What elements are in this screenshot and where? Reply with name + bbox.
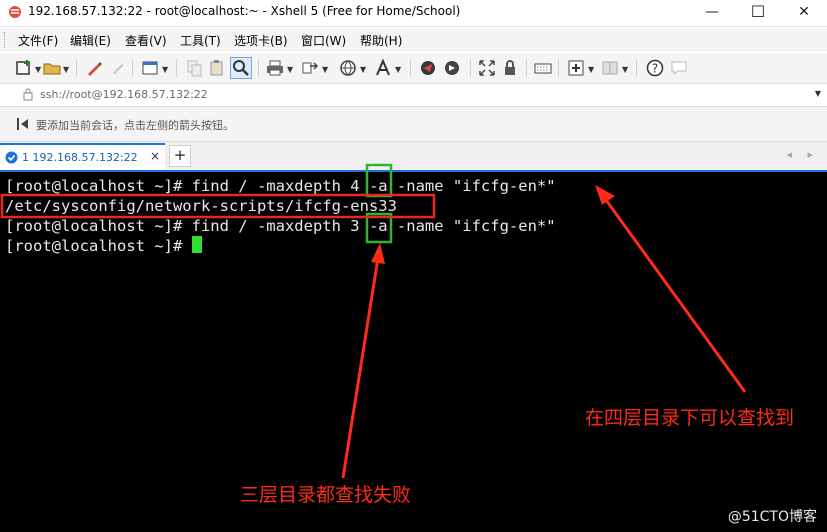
window-title: 192.168.57.132:22 - root@localhost:~ - X… bbox=[28, 4, 461, 18]
add-dropdown-icon[interactable]: ▼ bbox=[588, 65, 594, 74]
svg-text:?: ? bbox=[652, 62, 658, 76]
layout-dropdown-icon[interactable]: ▼ bbox=[622, 65, 628, 74]
menu-help[interactable]: 帮助(H) bbox=[360, 32, 402, 49]
paste-icon[interactable] bbox=[207, 58, 227, 78]
toolbar-separator bbox=[176, 59, 177, 77]
new-tab-button[interactable]: + bbox=[169, 145, 191, 167]
lock-icon[interactable] bbox=[500, 58, 520, 78]
toolbar-separator bbox=[558, 59, 559, 77]
menu-edit[interactable]: 编辑(E) bbox=[70, 32, 111, 49]
toolbar-separator bbox=[258, 59, 259, 77]
terminal-prompt-line: [root@localhost ~]# bbox=[5, 236, 202, 256]
annotation-found: 在四层目录下可以查找到 bbox=[585, 407, 795, 429]
chat-icon[interactable] bbox=[669, 58, 689, 78]
new-session-dropdown-icon[interactable]: ▼ bbox=[35, 65, 41, 74]
add-icon[interactable] bbox=[566, 58, 586, 78]
tab-label: 1 192.168.57.132:22 bbox=[22, 151, 138, 164]
menu-tabs[interactable]: 选项卡(B) bbox=[234, 32, 288, 49]
find-icon[interactable] bbox=[230, 57, 252, 79]
open-dropdown-icon[interactable]: ▼ bbox=[63, 65, 69, 74]
toolbar-separator bbox=[636, 59, 637, 77]
open-folder-icon[interactable] bbox=[42, 58, 62, 78]
properties-icon[interactable] bbox=[140, 58, 160, 78]
transfer-icon[interactable] bbox=[300, 58, 320, 78]
keyboard-icon[interactable] bbox=[533, 58, 553, 78]
pencil-icon[interactable] bbox=[108, 58, 128, 78]
minimize-button[interactable]: — bbox=[689, 0, 735, 26]
globe-dropdown-icon[interactable]: ▼ bbox=[360, 65, 366, 74]
xftp-icon[interactable] bbox=[418, 58, 438, 78]
xshell-logo-icon bbox=[9, 6, 21, 18]
toolbar-separator bbox=[470, 59, 471, 77]
watermark: @51CTO博客 bbox=[727, 509, 817, 525]
terminal-line: [root@localhost ~]# find / -maxdepth 4 -… bbox=[5, 177, 556, 195]
print-dropdown-icon[interactable]: ▼ bbox=[287, 65, 293, 74]
toolbar-separator bbox=[410, 59, 411, 77]
tab-session-1[interactable]: 1 192.168.57.132:22 × bbox=[0, 143, 165, 170]
terminal-line: /etc/sysconfig/network-scripts/ifcfg-ens… bbox=[5, 197, 397, 215]
address-bar[interactable]: ssh://root@192.168.57.132:22 ▼ bbox=[0, 84, 827, 107]
menu-window[interactable]: 窗口(W) bbox=[301, 32, 346, 49]
toolbar-separator bbox=[132, 59, 133, 77]
menu-view[interactable]: 查看(V) bbox=[125, 32, 167, 49]
address-dropdown-icon[interactable]: ▼ bbox=[815, 89, 821, 98]
tab-scroll-arrows[interactable]: ◂ ▸ bbox=[786, 148, 819, 161]
print-icon[interactable] bbox=[265, 58, 285, 78]
fullscreen-icon[interactable] bbox=[477, 58, 497, 78]
menu-file[interactable]: 文件(F) bbox=[18, 32, 58, 49]
pen-icon[interactable] bbox=[84, 58, 104, 78]
new-session-icon[interactable] bbox=[14, 58, 34, 78]
menu-bar: 文件(F) 编辑(E) 查看(V) 工具(T) 选项卡(B) 窗口(W) 帮助(… bbox=[0, 28, 827, 52]
font-icon[interactable] bbox=[373, 58, 393, 78]
font-dropdown-icon[interactable]: ▼ bbox=[395, 65, 401, 74]
close-button[interactable]: ✕ bbox=[781, 0, 827, 26]
menu-tools[interactable]: 工具(T) bbox=[180, 32, 221, 49]
terminal-cursor bbox=[191, 236, 202, 253]
globe-icon[interactable] bbox=[338, 58, 358, 78]
address-text[interactable]: ssh://root@192.168.57.132:22 bbox=[40, 88, 208, 101]
window-titlebar: 192.168.57.132:22 - root@localhost:~ - X… bbox=[0, 0, 827, 27]
connected-check-icon bbox=[5, 151, 18, 164]
tab-bar: 1 192.168.57.132:22 × + ◂ ▸ bbox=[0, 142, 827, 170]
session-hint-bar: 要添加当前会话，点击左侧的箭头按钮。 bbox=[0, 107, 827, 142]
copy-icon[interactable] bbox=[184, 58, 204, 78]
maximize-button[interactable]: ☐ bbox=[735, 0, 781, 26]
properties-dropdown-icon[interactable]: ▼ bbox=[162, 65, 168, 74]
toolbar-separator bbox=[76, 59, 77, 77]
annotation-fail: 三层目录都查找失败 bbox=[240, 484, 412, 506]
toolbar-separator bbox=[526, 59, 527, 77]
tab-close-icon[interactable]: × bbox=[150, 149, 160, 163]
toolbar: ▼ ▼ ▼ ▼ ▼ ▼ ▼ ▼ ▼ ? bbox=[0, 53, 827, 84]
help-icon[interactable]: ? bbox=[645, 58, 665, 78]
toolbar-grip[interactable] bbox=[4, 32, 8, 48]
transfer-dropdown-icon[interactable]: ▼ bbox=[322, 65, 328, 74]
terminal-line: [root@localhost ~]# find / -maxdepth 3 -… bbox=[5, 217, 556, 235]
script-icon[interactable] bbox=[442, 58, 462, 78]
layout-icon[interactable] bbox=[600, 58, 620, 78]
address-lock-icon bbox=[23, 88, 33, 101]
add-session-arrow-icon[interactable] bbox=[16, 116, 30, 132]
terminal-area[interactable]: [root@localhost ~]# find / -maxdepth 4 -… bbox=[0, 172, 827, 532]
hint-text: 要添加当前会话，点击左侧的箭头按钮。 bbox=[36, 119, 234, 132]
terminal-prompt: [root@localhost ~]# bbox=[5, 237, 192, 255]
